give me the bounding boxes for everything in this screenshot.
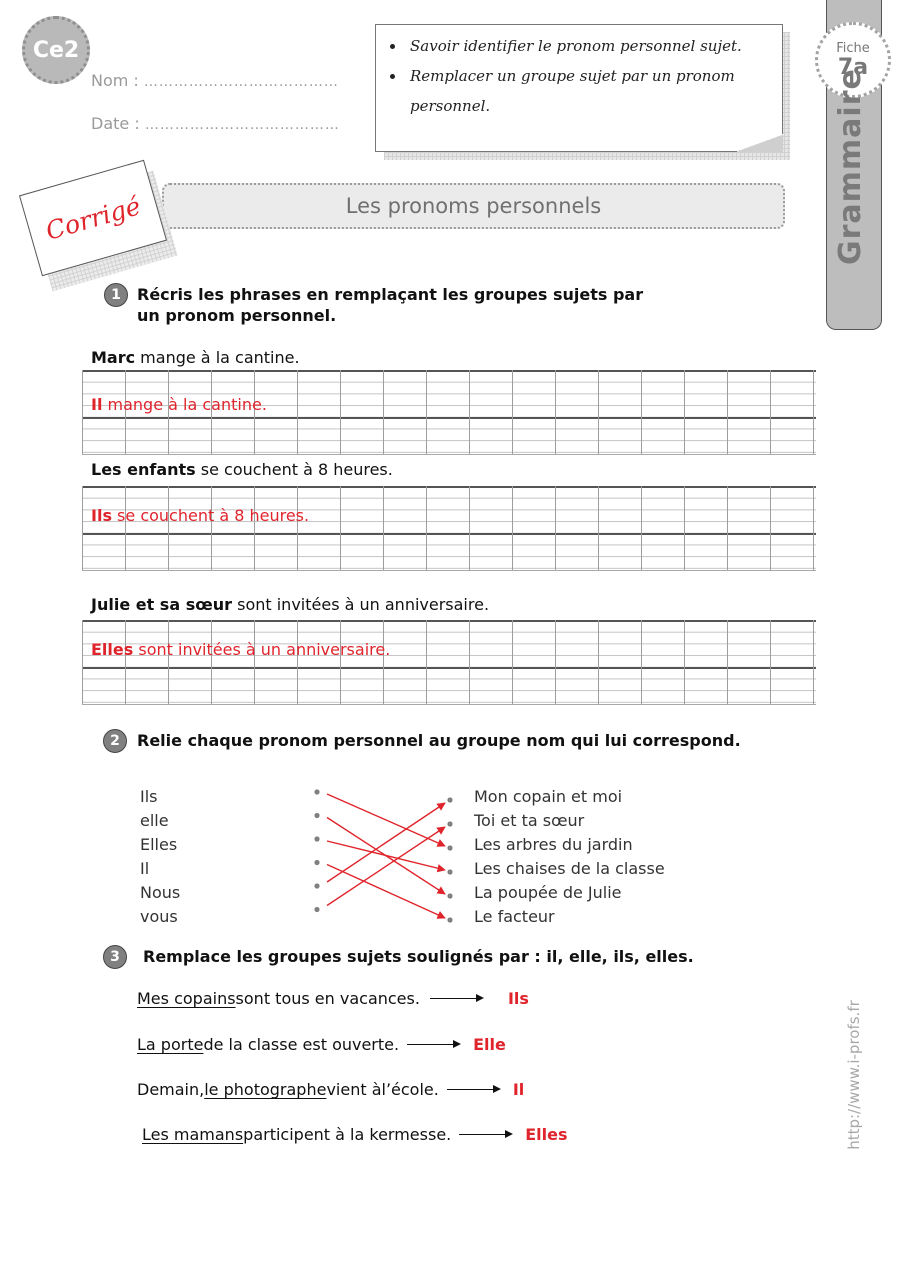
underlined-subject: La porte [137, 1035, 204, 1054]
sentence-rest: se couchent à 8 heures. [195, 460, 393, 479]
arrow-right-icon [407, 1040, 462, 1048]
pronoun-item: elle [140, 811, 169, 830]
noun-group-item: Le facteur [474, 907, 555, 926]
arrow-right-icon [459, 1130, 514, 1138]
answer-pronoun: Il [512, 1080, 525, 1099]
noun-group-dot[interactable] [447, 869, 453, 875]
matching-links[interactable] [300, 780, 470, 925]
noun-group-item: Mon copain et moi [474, 787, 623, 806]
sentence-rest: mange à la cantine. [135, 348, 300, 367]
website-url: http://www.i-profs.fr [845, 1000, 863, 1150]
pronoun-item: Il [140, 859, 150, 878]
exercise-1-instruction: Récris les phrases en remplaçant les gro… [137, 285, 644, 325]
pronoun-dot[interactable] [314, 906, 320, 913]
noun-group-item: Les chaises de la classe [474, 859, 665, 878]
pronoun-dot[interactable] [314, 859, 320, 866]
exercise-3-item: Mes copains sont tous en vacances. Ils [137, 989, 529, 1008]
name-field[interactable]: Nom : ………………………………… [91, 71, 339, 90]
pronoun-dot[interactable] [314, 789, 320, 795]
objective-item: Remplacer un groupe sujet par un pronom … [406, 61, 772, 121]
exercise-3-item: Les mamans participent à la kermesse. El… [142, 1125, 568, 1144]
noun-group-dot[interactable] [447, 893, 453, 899]
sentence-before: Demain, [137, 1080, 205, 1099]
date-label: Date : [91, 114, 140, 133]
level-badge: Ce2 [22, 16, 90, 84]
lined-writing-area[interactable] [82, 486, 816, 571]
answer-pronoun: Ils [507, 989, 529, 1008]
exercise-1-number: 1 [104, 283, 128, 307]
noun-group-dot[interactable] [447, 821, 453, 827]
pronoun-dot[interactable] [314, 836, 320, 842]
pronoun-item: vous [140, 907, 178, 926]
date-dots: ………………………………… [144, 117, 340, 133]
exercise-2-number: 2 [103, 729, 127, 753]
exercise-1-answer: Elles sont invitées à un anniversaire. [91, 640, 390, 659]
answer-pronoun: Elle [473, 1035, 506, 1054]
underlined-subject: Mes copains [137, 989, 236, 1008]
date-field[interactable]: Date : ………………………………… [91, 114, 340, 133]
link-arrow [326, 802, 446, 883]
underlined-subject: le photographe [204, 1080, 327, 1099]
objectives-card: Savoir identifier le pronom personnel su… [375, 24, 783, 152]
sentence-subject: Les enfants [91, 460, 196, 479]
noun-group-dot[interactable] [447, 797, 453, 803]
exercise-3-number: 3 [103, 945, 127, 969]
answer-pronoun: Ils [91, 506, 112, 525]
exercise-1-answer: Ils se couchent à 8 heures. [91, 506, 309, 525]
sentence-subject: Julie et sa sœur [91, 595, 233, 614]
sentence-subject: Marc [91, 348, 136, 367]
exercise-1-answer: Il mange à la cantine. [91, 395, 267, 414]
exercise-1-sentence: Marc mange à la cantine. [91, 348, 300, 367]
answer-rest: se couchent à 8 heures. [111, 506, 310, 525]
lined-writing-area[interactable] [82, 620, 816, 705]
pronoun-dot[interactable] [314, 883, 320, 889]
answer-pronoun: Elles [525, 1125, 568, 1144]
pronoun-item: Nous [140, 883, 181, 902]
pronoun-item: Elles [140, 835, 178, 854]
answer-rest: sont invitées à un anniversaire. [133, 640, 391, 659]
name-dots: ………………………………… [143, 74, 339, 90]
arrow-right-icon [446, 1085, 501, 1093]
name-label: Nom : [91, 71, 139, 90]
sentence-rest: vient àl’école. [326, 1080, 439, 1099]
sentence-rest: de la classe est ouverte. [203, 1035, 400, 1054]
answer-pronoun: Il [91, 395, 103, 414]
objectives-list: Savoir identifier le pronom personnel su… [388, 31, 772, 121]
noun-group-list: Mon copain et moi Toi et ta sœur Les arb… [474, 785, 665, 929]
noun-group-item: Toi et ta sœur [474, 811, 585, 830]
arrow-right-icon [429, 994, 484, 1002]
answer-rest: mange à la cantine. [102, 395, 267, 414]
objective-item: Savoir identifier le pronom personnel su… [406, 31, 772, 61]
noun-group-item: Les arbres du jardin [474, 835, 633, 854]
pronoun-item: Ils [140, 787, 158, 806]
fiche-label: Fiche [836, 40, 870, 56]
exercise-1-sentence: Les enfants se couchent à 8 heures. [91, 460, 393, 479]
subject-label: Grammaire [833, 68, 873, 265]
exercise-3-instruction: Remplace les groupes sujets soulignés pa… [143, 947, 694, 966]
pronoun-list: Ils elle Elles Il Nous vous [140, 785, 180, 929]
page-title: Les pronoms personnels [162, 183, 785, 229]
exercise-1-sentence: Julie et sa sœur sont invitées à un anni… [91, 595, 489, 614]
sentence-rest: sont tous en vacances. [235, 989, 420, 1008]
sentence-rest: sont invitées à un anniversaire. [232, 595, 490, 614]
sentence-rest: participent à la kermesse. [243, 1125, 452, 1144]
noun-group-dot[interactable] [447, 917, 453, 923]
answer-pronoun: Elles [91, 640, 134, 659]
exercise-2-instruction: Relie chaque pronom personnel au groupe … [137, 731, 741, 750]
exercise-3-item: La porte de la classe est ouverte. Elle [137, 1035, 506, 1054]
underlined-subject: Les mamans [142, 1125, 244, 1144]
link-arrow [326, 863, 446, 919]
exercise-3-item: Demain, le photographe vient àl’école. I… [137, 1080, 524, 1099]
page-curl-icon [737, 134, 783, 152]
noun-group-dot[interactable] [447, 845, 453, 851]
noun-group-item: La poupée de Julie [474, 883, 622, 902]
pronoun-dot[interactable] [314, 812, 320, 819]
